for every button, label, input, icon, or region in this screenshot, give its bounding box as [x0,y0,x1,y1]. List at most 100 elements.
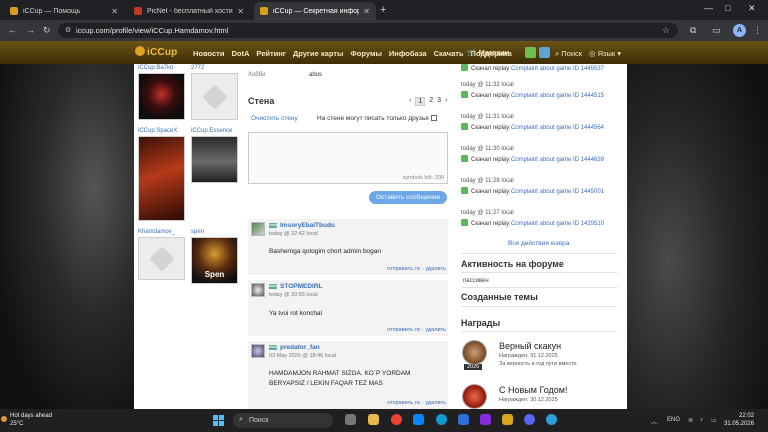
replay-link[interactable]: Complaint about game ID 1444515 [511,93,604,99]
chrome-menu-icon[interactable]: ⋮ [753,25,762,36]
menu-item-rating[interactable]: Рейтинг [256,49,286,58]
site-search-button[interactable]: ⌕ Поиск [555,49,582,59]
user-profile-icon[interactable] [539,47,550,58]
all-user-actions-link[interactable]: Все действия юзера [508,240,569,247]
friend-name[interactable]: 2772 [191,65,204,71]
page-1[interactable]: 1 [415,97,426,106]
address-bar[interactable]: ⚙ iccup.com/profile/view/iCCup.Hamdamov.… [58,23,678,38]
site-info-icon[interactable]: ⚙ [65,26,71,34]
menu-item-infobase[interactable]: Инфобаза [389,49,427,58]
post-author-avatar[interactable] [251,222,265,236]
close-tab-icon[interactable]: ✕ [363,7,370,16]
new-tab-button[interactable]: + [380,4,386,16]
tray-chevron-icon[interactable]: ︿ [651,417,657,426]
post-message-button[interactable]: Оставить сообщение [369,191,448,204]
file-explorer-icon[interactable] [368,414,379,425]
side-panel-icon[interactable]: ▭ [712,25,721,36]
friend-avatar[interactable] [138,73,185,120]
friend-name[interactable]: iCCup.SpaceX [138,128,177,134]
post-author[interactable]: ImsoryEbalTbudu [280,222,335,229]
country-flag-icon [269,345,277,350]
award-medal-icon[interactable] [462,384,487,409]
post-text: Bashernga qotogim chort admin bogan [269,248,382,255]
minimize-button[interactable]: — [704,3,713,13]
forward-arrow-icon[interactable]: → [26,25,35,35]
back-arrow-icon[interactable]: ← [8,25,17,35]
page-3[interactable]: 3 [437,97,441,106]
post-actions[interactable]: отправить лс · удалить [387,266,446,272]
divider [461,306,617,307]
maximize-button[interactable]: □ [725,3,730,13]
close-tab-icon[interactable]: ✕ [237,7,244,16]
clear-wall-link[interactable]: Очистить стену [251,115,298,122]
close-tab-icon[interactable]: ✕ [111,7,118,16]
replay-link[interactable]: Complaint about game ID 1445001 [511,189,604,195]
replay-link[interactable]: Complaint about game ID 1444639 [511,157,604,163]
page-next[interactable]: › [445,97,447,106]
windows-start-icon[interactable] [213,415,224,426]
awards-title: Награды [461,318,501,328]
volume-icon[interactable]: ♪ [700,417,703,423]
post-actions[interactable]: отправить лс · удалить [387,400,446,406]
chrome-icon[interactable] [391,414,402,425]
browser-tab-help[interactable]: iCCup — Помощь ✕ [4,2,124,20]
friend-name[interactable]: iCCup.Essence [191,128,232,134]
friend-avatar[interactable]: Spen [191,237,238,284]
post-author[interactable]: predator_fan [280,344,320,351]
friend-avatar-placeholder[interactable] [138,237,185,280]
app-icon[interactable] [502,414,513,425]
app-icon[interactable] [480,414,491,425]
menu-item-forums[interactable]: Форумы [350,49,382,58]
friend-name[interactable]: Khamdamov_ [138,229,175,235]
friend-name[interactable]: iCCup.Ba7ko [138,65,173,71]
friend-avatar-placeholder[interactable] [191,73,238,120]
post-author-avatar[interactable] [251,283,265,297]
award-medal-icon[interactable] [462,340,487,365]
battery-icon[interactable]: ▭ [711,417,717,424]
post-author[interactable]: STOPMEDIRL [280,283,323,290]
post-actions[interactable]: отправить лс · удалить [387,327,446,333]
menu-item-dota[interactable]: DotA [231,49,249,58]
input-language[interactable]: ENG [667,417,680,423]
edge-icon[interactable] [436,414,447,425]
friend-avatar[interactable] [191,136,238,183]
wifi-icon[interactable]: ≋ [688,417,693,424]
activity-time: today @ 11:28 local [461,178,514,184]
friend-avatar[interactable] [138,136,185,221]
replay-link[interactable]: Complaint about game ID 1444564 [511,125,604,131]
replay-link[interactable]: Complaint about game ID 1445537 [511,66,604,72]
menu-item-download[interactable]: Скачать [434,49,464,58]
task-view-icon[interactable] [345,414,356,425]
post-author-avatar[interactable] [251,344,265,358]
menu-item-other-maps[interactable]: Другие карты [293,49,343,58]
language-selector[interactable]: ◎ Язык ▾ [589,49,621,58]
wall-message-input[interactable]: symbols left: 200 [248,132,448,184]
bookmark-star-icon[interactable]: ☆ [662,25,670,36]
browser-tab-picnet[interactable]: PicNet - бесплатный хостинг ✕ [128,2,250,20]
reload-icon[interactable]: ↻ [43,25,51,36]
site-logo[interactable]: iCCup [135,46,177,58]
replay-link[interactable]: Complaint about game ID 1429510 [511,221,604,227]
messages-icon[interactable] [525,47,536,58]
taskbar-clock[interactable]: 22:02 31.05.2026 [724,412,754,428]
page-prev[interactable]: ‹ [409,97,411,106]
menu-item-shop[interactable]: 🛒 Магазин [467,48,509,57]
weather-widget[interactable]: Hot days ahead 25°C [1,412,52,428]
discord-icon[interactable] [524,414,535,425]
award-name: С Новым Годом! [499,385,568,395]
extensions-icon[interactable]: ⧉ [690,25,696,36]
close-window-button[interactable]: ✕ [748,3,756,14]
friends-only-checkbox[interactable] [430,115,437,121]
menu-item-news[interactable]: Новости [193,49,224,58]
store-icon[interactable] [413,414,424,425]
browser-tab-secret-info[interactable]: iCCup — Секретная информация ✕ [254,2,376,20]
taskbar-search[interactable]: ⌕ Поиск [233,413,333,428]
activity-time: today @ 11:30 local [461,146,514,152]
telegram-icon[interactable] [546,414,557,425]
profile-avatar[interactable]: A [733,24,746,37]
app-icon[interactable] [458,414,469,425]
page-2[interactable]: 2 [429,97,433,106]
search-icon: ⌕ [239,416,243,423]
forum-activity-status: пассивен [463,278,489,284]
friend-name[interactable]: spen [191,229,204,235]
